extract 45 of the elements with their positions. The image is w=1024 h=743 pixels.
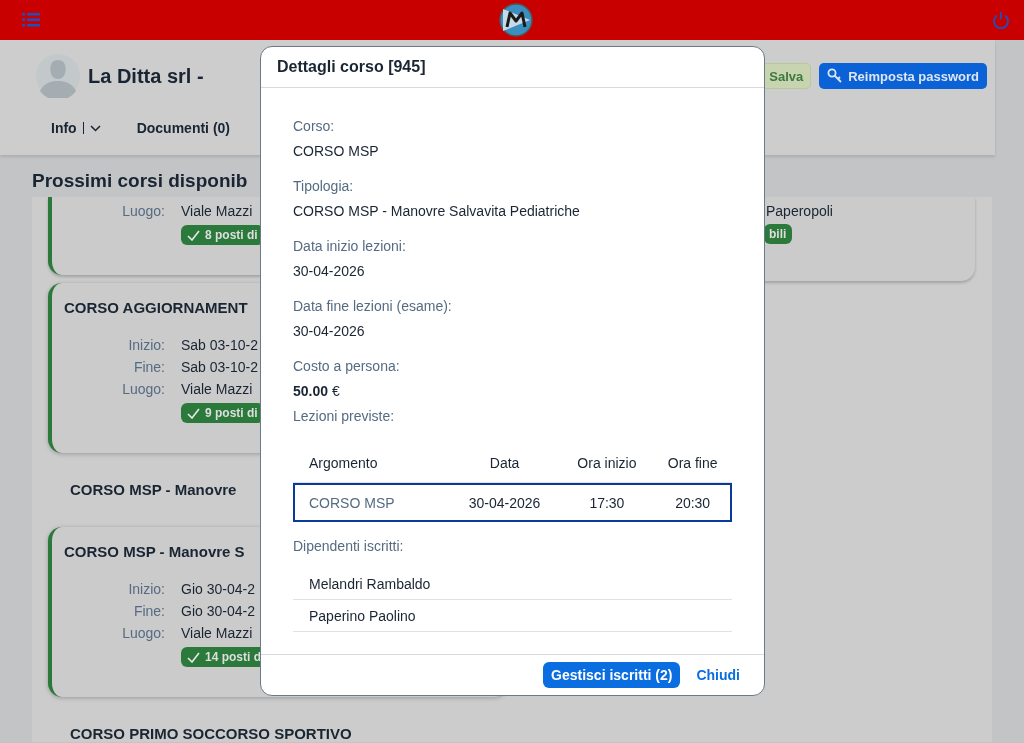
dialog-title: Dettagli corso [945] <box>261 47 764 88</box>
table-cell: 17:30 <box>560 483 654 522</box>
field-value: CORSO MSP - Manovre Salvavita Pediatriche <box>293 202 581 221</box>
field-value: Viale Mazzi <box>181 625 253 641</box>
table-cell: 20:30 <box>653 483 732 522</box>
field-label: Inizio: <box>127 337 165 353</box>
field-value: Sab 03-10-2 <box>181 359 259 375</box>
field-label: Dipendenti iscritti: <box>293 537 405 556</box>
course-title: CORSO AGGIORNAMENT <box>64 299 248 316</box>
field-label: Fine: <box>132 603 165 619</box>
field-label: Tipologia: <box>293 177 355 196</box>
table-cell: 30-04-2026 <box>448 483 561 522</box>
employee-item: Melandri Rambaldo <box>293 568 732 600</box>
field-label: Luogo: <box>121 625 165 641</box>
course-group-title: CORSO MSP - Manovre <box>70 481 237 498</box>
course-title: CORSO MSP - Manovre S <box>64 543 245 560</box>
field-label: Lezioni previste: <box>293 407 396 426</box>
field-label: Luogo: <box>121 203 165 219</box>
course-group-title: CORSO PRIMO SOCCORSO SPORTIVO <box>70 725 352 742</box>
column-header: Argomento <box>293 444 449 483</box>
company-name: La Ditta srl - <box>88 64 204 88</box>
field-value: Viale Mazzi <box>181 203 253 219</box>
column-header: Data <box>448 444 561 483</box>
field-value: Gio 30-04-2 <box>181 603 255 619</box>
table-cell: CORSO MSP <box>293 483 449 522</box>
column-header: Ora inizio <box>560 444 654 483</box>
employee-item: Paperino Paolino <box>293 600 732 632</box>
availability-badge: bili <box>764 224 793 244</box>
field-value: CORSO MSP <box>293 142 380 161</box>
field-value: 50.00 € <box>293 382 341 401</box>
field-label: Data inizio lezioni: <box>293 237 407 256</box>
field-value: 30-04-2026 <box>293 322 366 341</box>
field-label: Corso: <box>293 117 336 136</box>
field-label: Costo a persona: <box>293 357 401 376</box>
field-label: Fine: <box>132 359 165 375</box>
column-header: Ora fine <box>653 444 732 483</box>
field-value: 30-04-2026 <box>293 262 366 281</box>
field-value: Paperopoli <box>766 203 833 219</box>
field-value: Viale Mazzi <box>181 381 253 397</box>
field-label: Data fine lezioni (esame): <box>293 297 453 316</box>
field-value: Gio 30-04-2 <box>181 581 255 597</box>
section-title: Prossimi corsi disponib <box>32 170 248 192</box>
field-label: Luogo: <box>121 381 165 397</box>
field-value: Sab 03-10-2 <box>181 337 259 353</box>
field-label: Inizio: <box>127 581 165 597</box>
